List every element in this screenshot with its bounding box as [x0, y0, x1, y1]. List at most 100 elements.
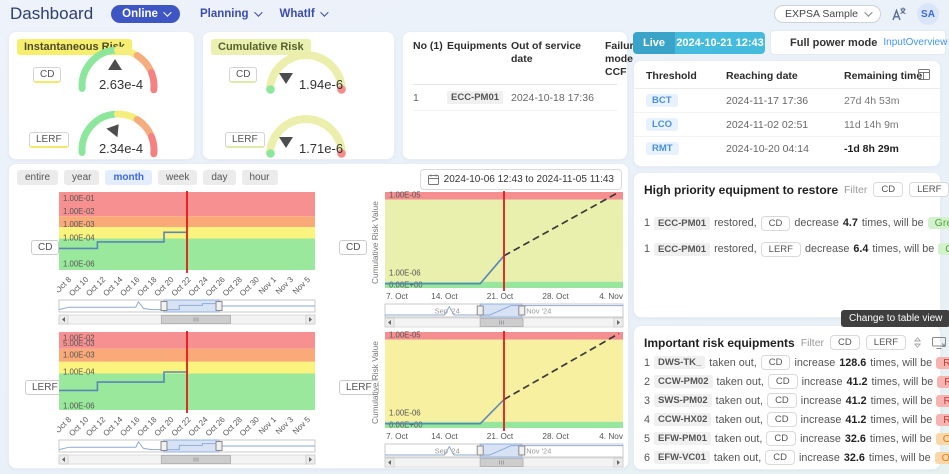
time-filter-month[interactable]: month: [105, 170, 152, 185]
oos-row-date: 2024-10-18 17:36: [511, 92, 601, 104]
risk-panel-card: Important risk equipments Filter CD LERF…: [633, 325, 941, 470]
gauge-needle-icon: [106, 120, 124, 137]
threshold-row-lco[interactable]: LCO 2024-11-02 02:51 11d 14h 9m: [634, 113, 940, 137]
cd-instantaneous-chart: CD 1.00E-011.00E-021.00E-031.00E-041.00E…: [13, 188, 333, 328]
rmt-tag: RMT: [646, 142, 679, 155]
datazoom-handle[interactable]: [477, 446, 483, 455]
restore-row[interactable]: 1 ECC-PM01 restored, LERF decrease 6.4 t…: [634, 236, 940, 262]
time-filter-hour[interactable]: hour: [242, 170, 278, 185]
sort-icon[interactable]: [912, 336, 923, 349]
translate-icon[interactable]: [891, 6, 907, 22]
row-verb: increase: [801, 414, 842, 426]
time-filter-week[interactable]: week: [158, 170, 197, 185]
row-index: 4: [644, 414, 650, 426]
risk-row[interactable]: 4 CCW-HX02 taken out, CD increase 41.2 t…: [634, 410, 940, 429]
datazoom-handle[interactable]: [216, 442, 222, 451]
row-factor: 4.7: [843, 217, 858, 229]
row-factor: 32.6: [845, 433, 866, 445]
nav-whatif-label: WhatIf: [280, 8, 315, 20]
time-filter-entire[interactable]: entire: [17, 170, 58, 185]
nav-online-button[interactable]: Online: [111, 5, 180, 23]
filter-lerf-button[interactable]: LERF: [866, 335, 906, 350]
user-avatar[interactable]: SA: [917, 3, 939, 25]
rmt-remaining: -1d 8h 29m: [844, 143, 928, 155]
datazoom-handle[interactable]: [161, 302, 167, 311]
y-tick-label: 1.00E-06: [389, 268, 421, 277]
datazoom-handle[interactable]: [477, 306, 483, 315]
time-filter-day[interactable]: day: [203, 170, 235, 185]
date-range-picker[interactable]: 2024-10-06 12:43 to 2024-11-05 11:43: [420, 169, 622, 190]
row-verb: increase: [802, 376, 843, 388]
restore-panel-title: High priority equipment to restore: [644, 183, 838, 197]
row-index: 1: [644, 357, 650, 369]
datazoom-window[interactable]: [480, 444, 522, 457]
risk-row[interactable]: 3 SWS-PM02 taken out, CD increase 41.2 t…: [634, 391, 940, 410]
datazoom-window[interactable]: [164, 440, 219, 452]
live-datetime: 2024-10-21 12:43: [675, 32, 765, 54]
status-badge: Orange: [935, 452, 949, 464]
metric-chip: CD: [767, 412, 797, 427]
y-tick-label: 0.00E+00: [389, 421, 423, 430]
risk-row[interactable]: 5 EFW-PM01 taken out, CD increase 32.6 t…: [634, 429, 940, 448]
status-badge: Red: [936, 395, 949, 407]
row-suffix: times, will be: [872, 243, 934, 255]
change-view-icon[interactable]: [932, 337, 947, 349]
cd-instantaneous-value: 2.63e-4: [99, 77, 143, 92]
remaining-time-col: Remaining time: [844, 70, 928, 82]
cd-cumulative-plot: 1.00E-051.00E-060.00E+007. Oct14. Oct21.…: [383, 188, 631, 328]
datazoom-handle[interactable]: [519, 446, 525, 455]
oos-table-header: No (1) Equipments Out of service date Fa…: [413, 40, 617, 85]
row-suffix: times, will be: [870, 433, 932, 445]
status-badge: Red: [937, 376, 949, 388]
row-action: restored,: [714, 243, 757, 255]
cd-chart-chip: CD: [339, 240, 367, 255]
risk-row[interactable]: 6 EFW-VC01 taken out, CD increase 32.6 t…: [634, 448, 940, 467]
metric-chip: CD: [766, 431, 796, 446]
metric-chip: CD: [767, 393, 797, 408]
gauge-needle-icon: [108, 59, 122, 70]
row-suffix: times, will be: [869, 452, 931, 464]
nav-whatif-button[interactable]: WhatIf: [280, 8, 326, 20]
datazoom-handle[interactable]: [216, 302, 222, 311]
row-verb: increase: [799, 452, 840, 464]
datazoom-handle[interactable]: [161, 442, 167, 451]
threshold-row-rmt[interactable]: RMT 2024-10-20 04:14 -1d 8h 29m: [634, 137, 940, 160]
filter-cd-button[interactable]: CD: [830, 335, 860, 350]
lerf-instantaneous-chart: LERF 1.00E-025.00E-031.00E-031.00E-041.0…: [13, 328, 333, 468]
row-suffix: times, will be: [871, 376, 933, 388]
oos-table-row[interactable]: 1 ECC-PM01 2024-10-18 17:36: [413, 85, 617, 111]
datazoom-month-label: Sep '24: [435, 447, 460, 456]
top-header: Dashboard Online Planning WhatIf EXPSA S…: [0, 0, 949, 28]
x-tick-label: 28. Oct: [542, 292, 569, 301]
filter-cd-button[interactable]: CD: [873, 182, 903, 197]
datazoom-window[interactable]: [480, 304, 522, 317]
x-tick-label: 14. Oct: [431, 292, 458, 301]
risk-row[interactable]: 2 CCW-PM02 taken out, CD increase 41.2 t…: [634, 372, 940, 391]
lerf-cumulative-value: 1.71e-6: [299, 141, 343, 156]
chevron-down-icon: [163, 8, 171, 16]
status-badge: Green: [938, 243, 949, 255]
restore-row[interactable]: 1 ECC-PM01 restored, CD decrease 4.7 tim…: [634, 210, 940, 236]
x-tick-label: 7. Oct: [386, 292, 409, 301]
risk-row[interactable]: 1 DWS-TK_ taken out, CD increase 128.6 t…: [634, 353, 940, 372]
table-view-icon[interactable]: [918, 69, 930, 80]
threshold-row-bct[interactable]: BCT 2024-11-17 17:36 27d 4h 53m: [634, 89, 940, 113]
y-tick-label: 1.00E-03: [63, 351, 95, 360]
equipment-chip: CCW-HX02: [654, 413, 711, 426]
row-suffix: times, will be: [870, 414, 932, 426]
x-tick-label: 4. Nov: [599, 292, 624, 301]
y-axis-title: Cumulative Risk Value: [370, 194, 381, 292]
datazoom-handle[interactable]: [519, 306, 525, 315]
y-tick-label: 5.00E-03: [63, 339, 95, 348]
x-tick-label: 21. Oct: [487, 432, 514, 441]
time-filter-year[interactable]: year: [64, 170, 99, 185]
input-overview-link[interactable]: InputOverview: [883, 37, 947, 48]
live-status-bar[interactable]: Live 2024-10-21 12:43: [633, 32, 765, 54]
x-tick-label: Oct 30: [238, 275, 261, 298]
workspace-select[interactable]: EXPSA Sample: [774, 5, 881, 23]
filter-lerf-button[interactable]: LERF: [909, 182, 949, 197]
datazoom-window[interactable]: [164, 300, 219, 312]
row-factor: 32.6: [844, 452, 865, 464]
nav-planning-button[interactable]: Planning: [200, 8, 260, 20]
chevron-down-icon: [320, 8, 328, 16]
